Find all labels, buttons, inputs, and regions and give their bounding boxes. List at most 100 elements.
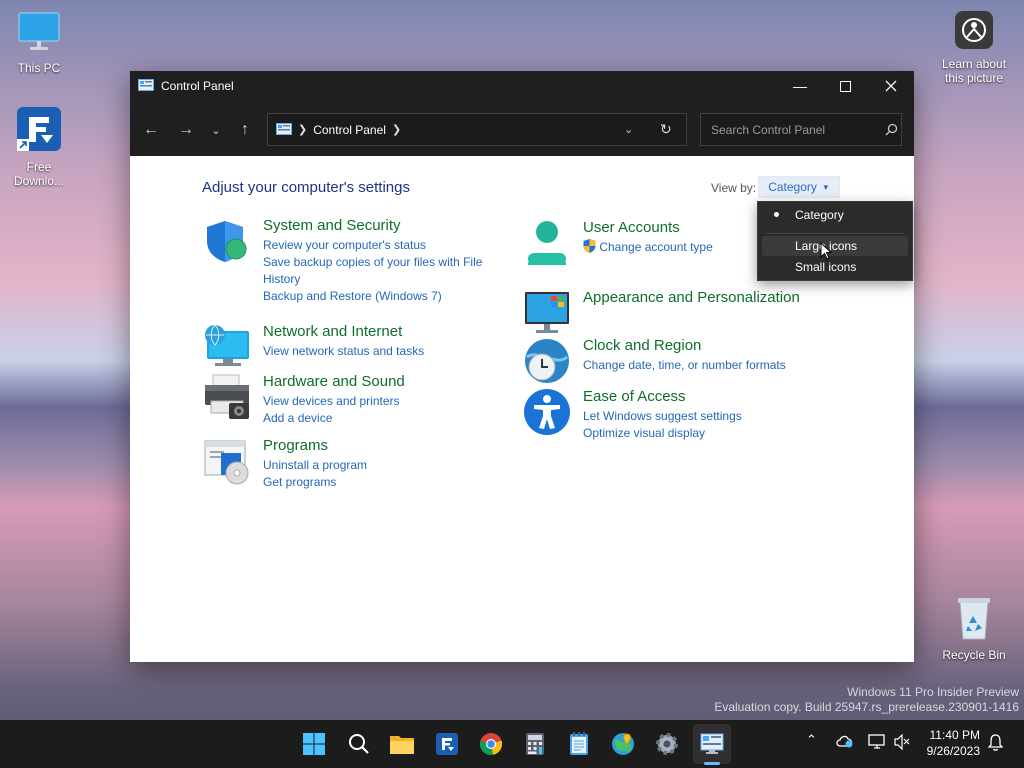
control-panel-window: Control Panel — ← → ⌄ ↑ ❯ Control Panel … — [130, 71, 914, 662]
volume-muted-icon — [894, 733, 910, 751]
taskbar-control-panel[interactable] — [696, 728, 728, 760]
forward-button[interactable]: → — [173, 117, 199, 143]
category-title[interactable]: Hardware and Sound — [263, 373, 503, 390]
chevron-down-icon: ⌄ — [211, 124, 221, 137]
search-icon — [885, 123, 898, 136]
taskbar-active-indicator — [704, 762, 720, 765]
desktop-icon-learn-about-picture[interactable]: Learn about this picture — [938, 10, 1010, 85]
category-link[interactable]: View devices and printers — [263, 393, 503, 410]
taskbar-maps[interactable] — [607, 728, 639, 760]
close-button[interactable] — [868, 71, 914, 101]
learn-about-picture-icon — [955, 11, 993, 49]
view-by-dropdown[interactable]: Category ▼ — [758, 176, 840, 198]
refresh-button[interactable]: ↻ — [660, 121, 672, 138]
network-globe-icon[interactable] — [203, 323, 251, 371]
calculator-icon — [526, 733, 544, 755]
title-bar[interactable]: Control Panel — — [130, 71, 914, 101]
category-title[interactable]: Appearance and Personalization — [583, 289, 823, 306]
address-history-dropdown[interactable]: ⌄ — [624, 123, 633, 136]
breadcrumb-separator-icon[interactable]: ❯ — [392, 123, 401, 136]
page-title: Adjust your computer's settings — [202, 179, 410, 196]
mouse-pointer-icon — [820, 242, 832, 260]
control-panel-icon — [700, 733, 724, 754]
arrow-left-icon: ← — [143, 121, 159, 138]
clock-globe-icon[interactable] — [523, 337, 571, 385]
view-by-label: View by: — [711, 181, 757, 195]
watermark-line-1: Windows 11 Pro Insider Preview — [847, 685, 1019, 699]
taskbar-start-button[interactable] — [298, 728, 330, 760]
desktop-icon-recycle-bin[interactable]: Recycle Bin — [938, 595, 1010, 662]
category-link[interactable]: View network status and tasks — [263, 343, 503, 360]
category-title[interactable]: Network and Internet — [263, 323, 503, 340]
breadcrumb-separator-icon: ❯ — [298, 124, 308, 136]
taskbar-clock[interactable]: 11:40 PM 9/26/2023 — [918, 727, 980, 759]
programs-icon[interactable] — [203, 437, 251, 485]
maps-icon — [612, 733, 634, 755]
category-link[interactable]: Optimize visual display — [583, 425, 823, 442]
taskbar-search-button[interactable] — [343, 728, 375, 760]
windows-evaluation-watermark: Windows 11 Pro Insider Preview Evaluatio… — [714, 685, 1019, 715]
taskbar-chrome[interactable] — [475, 728, 507, 760]
search-box[interactable] — [700, 113, 902, 146]
taskbar-calculator[interactable] — [519, 728, 551, 760]
window-title: Control Panel — [161, 79, 234, 93]
category-link[interactable]: Save backup copies of your files with Fi… — [263, 254, 489, 288]
view-by-menu: Category Large icons Small icons — [757, 201, 913, 281]
recent-locations-button[interactable]: ⌄ — [203, 117, 229, 143]
taskbar: ⌃ 11:40 PM 9/26/2023 — [0, 720, 1024, 768]
shield-icon[interactable] — [203, 217, 251, 265]
desktop-icon-label: Free Downlo... — [13, 160, 65, 188]
watermark-line-2: Evaluation copy. Build 25947.rs_prerelea… — [714, 700, 1019, 714]
control-panel-icon — [138, 79, 154, 91]
user-accounts-icon[interactable] — [523, 219, 571, 267]
taskbar-file-explorer[interactable] — [386, 728, 418, 760]
category-title[interactable]: Clock and Region — [583, 337, 823, 354]
menu-divider — [766, 233, 904, 234]
accessibility-icon[interactable] — [523, 388, 571, 436]
search-input[interactable] — [709, 121, 873, 138]
navigation-bar: ← → ⌄ ↑ ❯ Control Panel ❯ ⌄ ↻ — [130, 101, 914, 156]
minimize-button[interactable]: — — [777, 71, 823, 101]
category-link[interactable]: Get programs — [263, 474, 503, 491]
back-button[interactable]: ← — [138, 117, 164, 143]
onedrive-tray[interactable] — [836, 734, 854, 751]
category-link[interactable]: Change date, time, or number formats — [583, 357, 823, 374]
show-hidden-icons-button[interactable]: ⌃ — [806, 732, 817, 748]
minimize-icon: — — [793, 78, 807, 94]
menu-item-small-icons[interactable]: Small icons — [762, 257, 908, 277]
appearance-icon[interactable] — [523, 288, 571, 336]
search-icon — [349, 734, 369, 754]
taskbar-notepad[interactable] — [563, 728, 595, 760]
uac-shield-icon — [583, 239, 596, 253]
view-by-value: Category — [768, 180, 817, 194]
desktop-icon-free-download-manager[interactable]: Free Downlo... — [3, 105, 75, 188]
selected-bullet-icon — [774, 212, 779, 217]
volume-tray[interactable] — [894, 733, 910, 753]
category-link[interactable]: Add a device — [263, 410, 503, 427]
printer-icon[interactable] — [203, 373, 251, 421]
refresh-icon: ↻ — [660, 121, 672, 137]
menu-item-label: Category — [795, 208, 844, 222]
chrome-icon — [479, 733, 503, 755]
category-title[interactable]: System and Security — [263, 217, 503, 234]
category-title[interactable]: Programs — [263, 437, 503, 454]
menu-item-category[interactable]: Category — [762, 205, 908, 225]
taskbar-free-download-manager[interactable] — [431, 728, 463, 760]
category-link[interactable]: Uninstall a program — [263, 457, 503, 474]
menu-item-large-icons[interactable]: Large icons — [762, 236, 908, 256]
category-title[interactable]: Ease of Access — [583, 388, 823, 405]
desktop-icon-label: This PC — [17, 61, 61, 75]
chevron-down-icon: ⌄ — [624, 124, 634, 136]
category-link[interactable]: Let Windows suggest settings — [583, 408, 823, 425]
maximize-button[interactable] — [822, 71, 868, 101]
category-link[interactable]: Backup and Restore (Windows 7) — [263, 288, 503, 305]
breadcrumb-control-panel[interactable]: Control Panel — [313, 123, 386, 137]
address-bar[interactable]: ❯ Control Panel ❯ ⌄ ↻ — [267, 113, 687, 146]
network-tray[interactable] — [868, 734, 886, 753]
notifications-button[interactable] — [987, 734, 1004, 754]
up-button[interactable]: ↑ — [232, 117, 258, 143]
category-link[interactable]: Review your computer's status — [263, 237, 503, 254]
notepad-icon — [570, 732, 588, 755]
desktop-icon-this-pc[interactable]: This PC — [3, 10, 75, 75]
taskbar-settings[interactable] — [651, 728, 683, 760]
